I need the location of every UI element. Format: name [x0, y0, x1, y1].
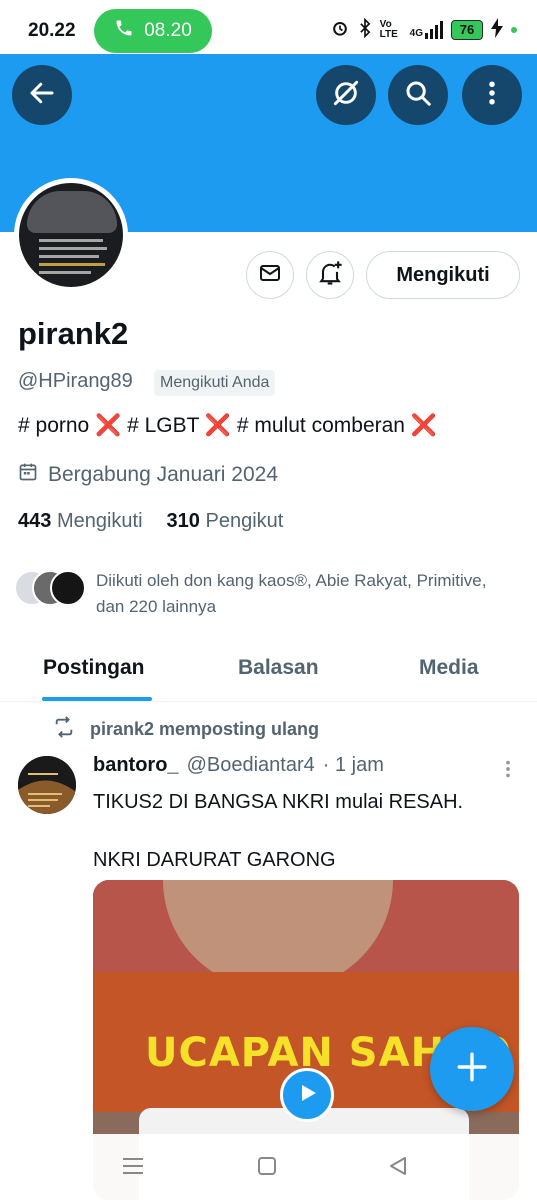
plus-icon	[455, 1050, 489, 1089]
back-button[interactable]	[12, 65, 72, 125]
search-button[interactable]	[388, 65, 448, 125]
play-button[interactable]	[280, 1068, 334, 1122]
battery-indicator: 76	[451, 19, 483, 40]
follow-counts: 443 Mengikuti 310 Pengikut	[18, 510, 283, 533]
avatar-text-line	[39, 255, 99, 258]
ongoing-call-pill[interactable]: 08.20	[94, 9, 212, 53]
square-icon	[257, 1157, 277, 1180]
followers-link[interactable]: 310 Pengikut	[167, 510, 284, 533]
followed-by-text: Diikuti oleh don kang kaos®, Abie Rakyat…	[96, 571, 487, 616]
cross-mark-icon: ❌	[410, 414, 437, 437]
bio-text: # mulut comberan	[236, 414, 405, 437]
call-duration: 08.20	[144, 20, 192, 41]
more-options-button[interactable]	[462, 65, 522, 125]
bell-plus-icon	[316, 259, 344, 292]
back-nav-button[interactable]	[388, 1156, 408, 1181]
menu-lines-icon	[122, 1158, 144, 1180]
cross-mark-icon: ❌	[204, 414, 232, 437]
signal-icon: 4G	[409, 20, 443, 39]
mail-icon	[258, 261, 282, 290]
avatar-image-hand	[27, 191, 117, 233]
avatar-text-line	[39, 271, 91, 274]
triangle-back-icon	[388, 1157, 408, 1180]
cross-mark-icon: ❌	[95, 414, 122, 437]
more-vertical-icon	[477, 78, 507, 113]
following-button[interactable]: Mengikuti	[366, 251, 520, 299]
post-more-button[interactable]	[500, 758, 516, 785]
status-time: 20.22	[28, 20, 76, 41]
avatar-text-line	[39, 263, 105, 266]
notifications-button[interactable]	[306, 251, 354, 299]
joined-text: Bergabung Januari 2024	[48, 463, 279, 486]
recent-apps-button[interactable]	[122, 1156, 144, 1181]
avatar	[50, 570, 86, 606]
network-type: 4G	[409, 27, 423, 39]
more-vertical-icon	[500, 760, 516, 784]
followers-label: Pengikut	[205, 510, 284, 532]
active-tab-indicator	[42, 697, 152, 701]
avatar-text-line	[39, 239, 103, 242]
profile-handle: @HPirang89	[18, 370, 133, 392]
post-author-avatar[interactable]	[18, 756, 76, 814]
avatar-text-line	[39, 247, 107, 250]
bluetooth-icon	[358, 17, 372, 41]
slash-circle-icon	[330, 77, 362, 114]
status-icons: Vo LTE 4G 76	[330, 17, 517, 41]
compose-post-button[interactable]	[430, 1027, 514, 1111]
message-button[interactable]	[246, 251, 294, 299]
repost-label: pirank2 memposting ulang	[90, 719, 320, 739]
profile-bio: # porno ❌ # LGBT ❌ # mulut comberan ❌	[18, 414, 437, 438]
privacy-dot	[511, 26, 517, 33]
following-label: Mengikuti	[56, 510, 143, 532]
charging-icon	[491, 18, 503, 41]
post-header: bantoro_ @Boediantar4 · 1 jam	[93, 754, 384, 777]
arrow-left-icon	[27, 78, 57, 113]
alarm-icon	[330, 18, 350, 41]
post-author-name[interactable]: bantoro_	[93, 754, 179, 777]
repost-indicator: pirank2 memposting ulang	[52, 716, 319, 743]
home-button[interactable]	[257, 1156, 277, 1181]
follows-you-badge: Mengikuti Anda	[154, 370, 276, 396]
post-time: · 1 jam	[322, 754, 384, 776]
followers-count: 310	[166, 510, 200, 532]
post-author-handle: @Boediantar4	[186, 754, 315, 776]
search-icon	[403, 78, 433, 113]
following-count: 443	[18, 510, 52, 532]
volte-label: Vo LTE	[379, 18, 398, 40]
profile-name: pirank2	[18, 316, 129, 351]
grok-button[interactable]	[316, 65, 376, 125]
profile-tabs: Postingan Balasan Media	[0, 640, 537, 702]
tab-posts[interactable]: Postingan	[43, 656, 145, 680]
system-navigation-bar	[0, 1134, 537, 1200]
bio-text: # porno	[18, 414, 90, 437]
tab-replies[interactable]: Balasan	[238, 656, 319, 680]
post-text: TIKUS2 DI BANGSA NKRI mulai RESAH. NKRI …	[93, 791, 464, 871]
joined-date: Bergabung Januari 2024	[18, 462, 278, 488]
status-bar: 20.22 08.20 Vo LTE 4G 76	[0, 0, 537, 56]
bio-text: # LGBT	[127, 414, 200, 437]
followed-by-section[interactable]: Diikuti oleh don kang kaos®, Abie Rakyat…	[14, 568, 514, 620]
repost-icon	[52, 716, 76, 743]
profile-avatar[interactable]	[14, 178, 128, 292]
play-icon	[295, 1081, 319, 1110]
tab-media[interactable]: Media	[419, 656, 479, 680]
following-link[interactable]: 443 Mengikuti	[18, 510, 143, 533]
mutual-avatars	[14, 568, 86, 608]
phone-icon	[114, 18, 134, 44]
calendar-icon	[18, 462, 38, 488]
